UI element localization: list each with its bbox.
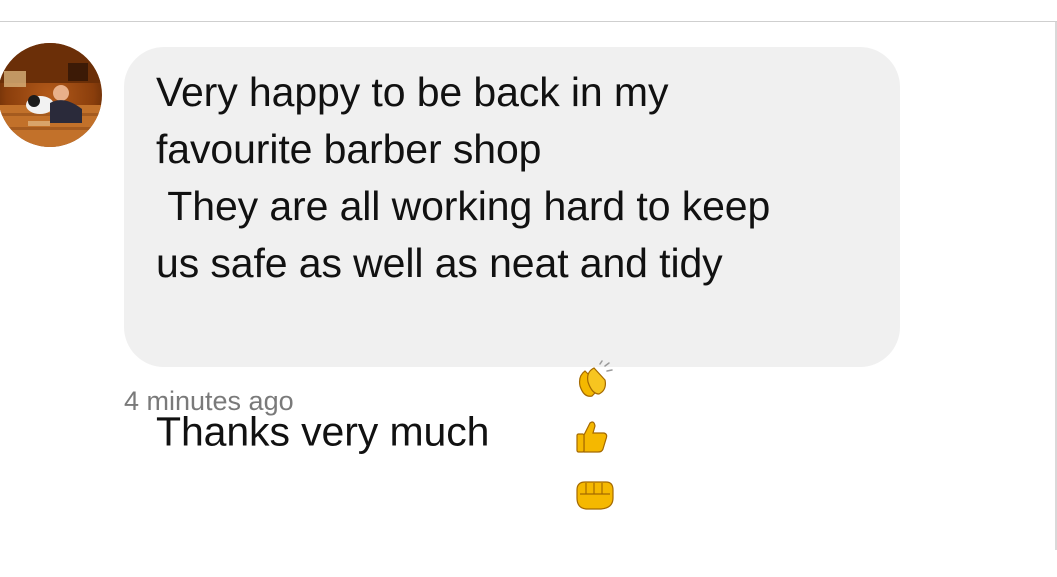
thumbs-up-icon: [576, 421, 608, 453]
comment-bubble: Very happy to be back in my favourite ba…: [124, 47, 900, 510]
fist-bump-icon: [576, 481, 614, 510]
comment-timestamp: 4 minutes ago: [124, 386, 294, 416]
avatar[interactable]: [0, 43, 102, 147]
emoji-group: [505, 292, 619, 577]
clapping-hands-icon: [579, 360, 614, 398]
comment-text: Very happy to be back in my favourite ba…: [156, 64, 880, 577]
user-avatar-photo: [0, 43, 102, 147]
divider: [0, 21, 1057, 22]
